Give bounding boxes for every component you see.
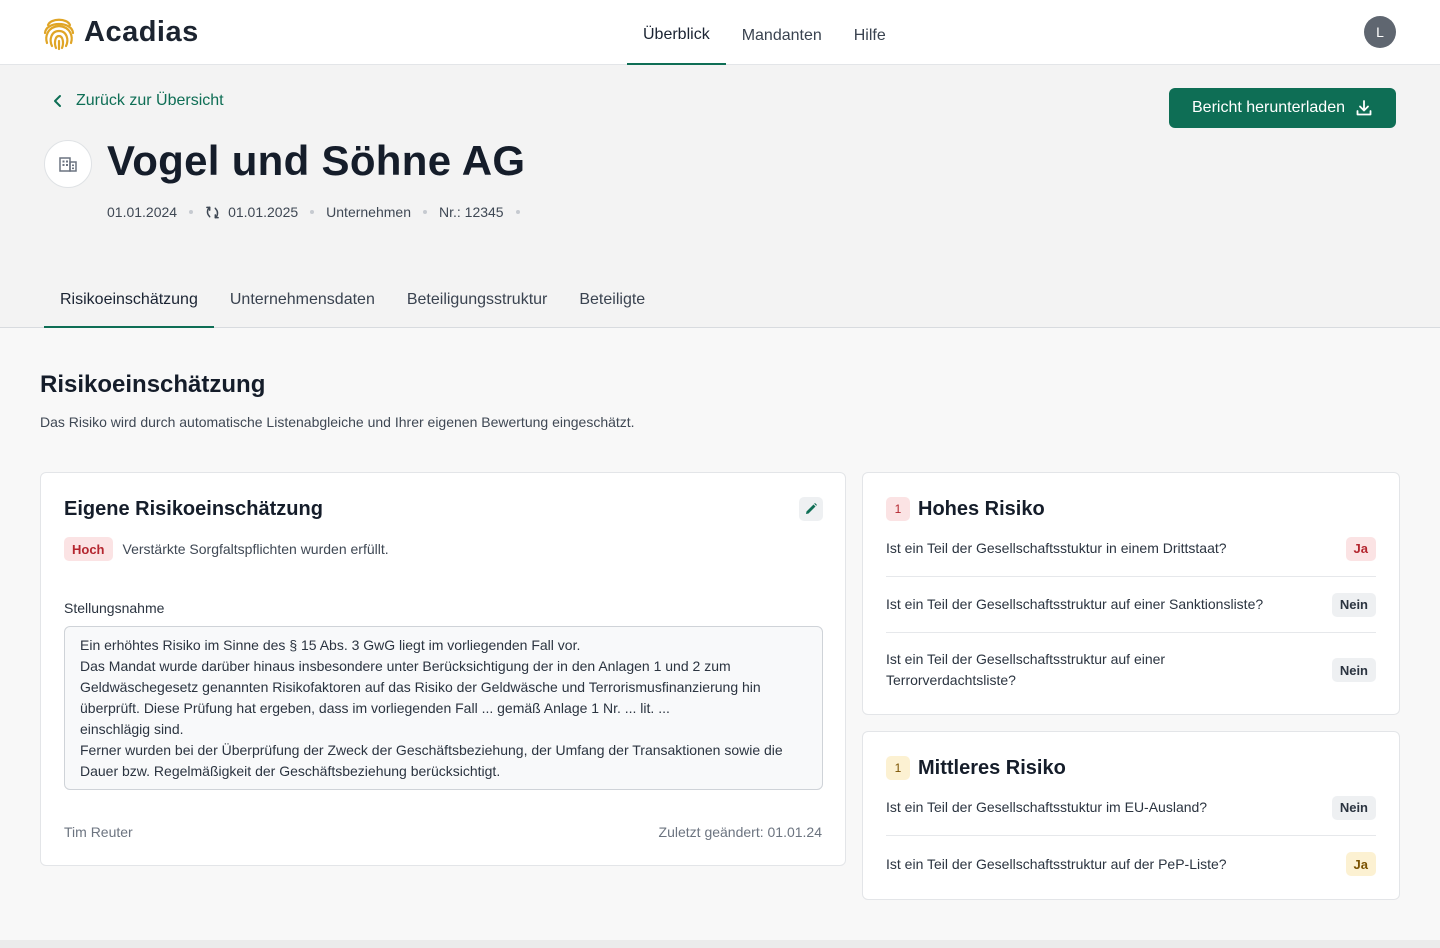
meta-separator — [422, 210, 427, 214]
client-meta: 01.01.2024 01.01.2025 Unternehmen Nr.: 1… — [107, 204, 532, 220]
medium-risk-card: 1 Mittleres Risiko Ist ein Teil der Gese… — [862, 731, 1400, 900]
question-row: Ist ein Teil der Gesellschaftsstuktur in… — [886, 521, 1376, 577]
medium-risk-question-list: Ist ein Teil der Gesellschaftsstuktur im… — [886, 792, 1376, 892]
building-icon — [59, 157, 77, 172]
chevron-left-icon — [54, 95, 61, 107]
assessment-level-row: Hoch Verstärkte Sorgfaltspflichten wurde… — [64, 537, 389, 561]
main-nav: Überblick Mandanten Hilfe — [627, 0, 902, 65]
download-report-label: Bericht herunterladen — [1192, 99, 1345, 116]
answer-badge: Nein — [1331, 658, 1376, 682]
answer-badge: Ja — [1345, 536, 1376, 561]
assessment-author: Tim Reuter — [64, 824, 133, 840]
company-name: Vogel und Söhne AG — [107, 137, 526, 184]
tab-risk-assessment[interactable]: Risikoeinschätzung — [44, 283, 214, 328]
nav-item-help[interactable]: Hilfe — [838, 0, 902, 65]
tab-involved-parties[interactable]: Beteiligte — [563, 283, 661, 328]
question-text: Ist ein Teil der Gesellschaftsstruktur a… — [886, 651, 1166, 688]
meta-renew: 01.01.2025 — [205, 204, 298, 220]
meta-renew-date: 01.01.2025 — [228, 204, 299, 220]
tab-ownership-structure[interactable]: Beteiligungsstruktur — [391, 283, 564, 328]
meta-client-number: Nr.: 12345 — [438, 204, 504, 220]
fingerprint-logo-icon — [43, 18, 75, 51]
medium-risk-header: 1 Mittleres Risiko — [886, 756, 1066, 780]
client-header: Zurück zur Übersicht Bericht herunterlad… — [0, 65, 1440, 328]
edit-assessment-button[interactable] — [799, 497, 823, 521]
refresh-icon — [206, 206, 219, 218]
back-to-overview-link[interactable]: Zurück zur Übersicht — [50, 92, 224, 110]
download-report-button[interactable]: Bericht herunterladen — [1169, 88, 1396, 128]
statement-line: Das Mandat wurde darüber hinaus insbeson… — [80, 658, 761, 716]
top-navigation-bar: Acadias Überblick Mandanten Hilfe L — [0, 0, 1440, 65]
statement-line: einschlägig sind. — [80, 721, 184, 737]
high-risk-question-list: Ist ein Teil der Gesellschaftsstuktur in… — [886, 533, 1376, 707]
own-risk-assessment-card: Eigene Risikoeinschätzung Hoch Verstärkt… — [40, 472, 846, 866]
client-tabs: Risikoeinschätzung Unternehmensdaten Bet… — [44, 283, 661, 328]
tab-company-data[interactable]: Unternehmensdaten — [214, 283, 391, 328]
meta-start-date: 01.01.2024 — [107, 204, 178, 220]
company-avatar — [44, 140, 92, 188]
section-description: Das Risiko wird durch automatische Liste… — [40, 414, 635, 430]
risk-level-badge: Hoch — [64, 537, 113, 561]
risk-assessment-content: Risikoeinschätzung Das Risiko wird durch… — [0, 328, 1440, 940]
question-text: Ist ein Teil der Gesellschaftsstruktur a… — [886, 596, 1264, 612]
statement-textarea[interactable]: Ein erhöhtes Risiko im Sinne des § 15 Ab… — [64, 626, 823, 790]
own-assessment-title: Eigene Risikoeinschätzung — [64, 498, 323, 520]
brand-logo[interactable]: Acadias — [42, 13, 199, 51]
question-text: Ist ein Teil der Gesellschaftsstuktur im… — [886, 799, 1208, 815]
answer-badge: Ja — [1345, 852, 1376, 876]
download-icon — [1356, 100, 1372, 116]
meta-separator — [189, 210, 194, 214]
question-text: Ist ein Teil der Gesellschaftsstruktur a… — [886, 855, 1227, 872]
statement-line: Ferner wurden bei der Überprüfung der Zw… — [80, 742, 783, 779]
question-row: Ist ein Teil der Gesellschaftsstruktur a… — [886, 633, 1376, 707]
pencil-icon — [806, 503, 817, 514]
medium-risk-title: Mittleres Risiko — [918, 756, 1066, 779]
high-risk-card: 1 Hohes Risiko Ist ein Teil der Gesellsc… — [862, 472, 1400, 715]
medium-risk-count: 1 — [886, 756, 910, 780]
section-title: Risikoeinschätzung — [40, 371, 266, 398]
statement-label: Stellungsnahme — [64, 600, 165, 616]
nav-item-clients[interactable]: Mandanten — [726, 0, 838, 65]
high-risk-header: 1 Hohes Risiko — [886, 497, 1045, 521]
statement-line: Ein erhöhtes Risiko im Sinne des § 15 Ab… — [80, 637, 581, 653]
brand-name: Acadias — [84, 15, 199, 48]
nav-item-overview[interactable]: Überblick — [627, 0, 726, 65]
meta-separator — [515, 210, 520, 214]
user-avatar[interactable]: L — [1364, 16, 1396, 48]
question-text: Ist ein Teil der Gesellschaftsstuktur in… — [886, 540, 1227, 556]
answer-badge: Nein — [1331, 592, 1376, 617]
answer-badge: Nein — [1331, 795, 1376, 820]
back-link-label: Zurück zur Übersicht — [76, 92, 224, 109]
meta-client-type: Unternehmen — [326, 204, 411, 220]
high-risk-count: 1 — [886, 497, 910, 521]
last-changed: Zuletzt geändert: 01.01.24 — [658, 824, 822, 840]
footer-strip — [0, 940, 1440, 948]
question-row: Ist ein Teil der Gesellschaftsstruktur a… — [886, 836, 1376, 892]
risk-level-text: Verstärkte Sorgfaltspflichten wurden erf… — [122, 541, 389, 557]
question-row: Ist ein Teil der Gesellschaftsstruktur a… — [886, 577, 1376, 633]
high-risk-title: Hohes Risiko — [918, 497, 1045, 520]
meta-separator — [310, 210, 315, 214]
question-row: Ist ein Teil der Gesellschaftsstuktur im… — [886, 780, 1376, 836]
